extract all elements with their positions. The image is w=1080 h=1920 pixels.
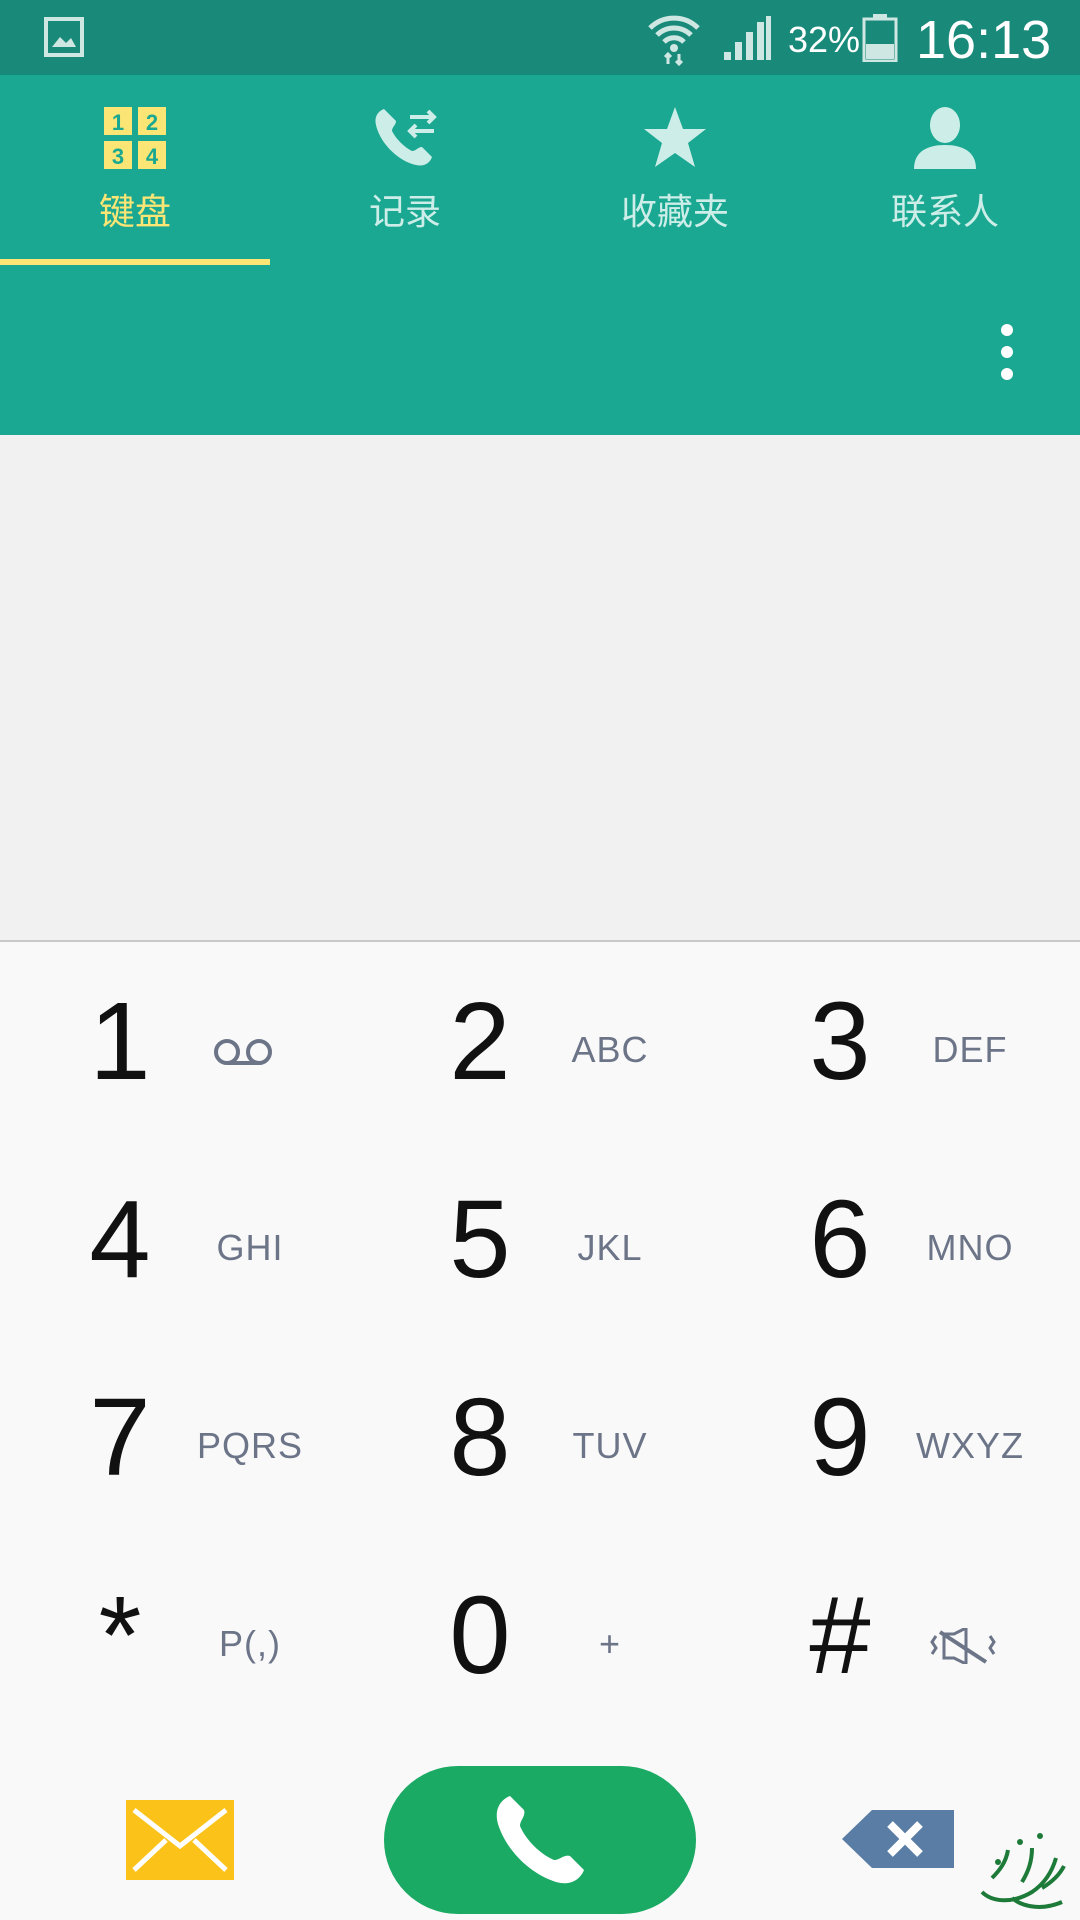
tab-call-log[interactable]: 记录 [270,75,540,265]
voicemail-icon [214,1039,272,1065]
key-digit: 2 [449,980,511,1103]
tab-bar: 1 2 3 4 键盘 记录 收藏夹 联系人 [0,75,1080,265]
more-vertical-icon[interactable] [985,320,1029,384]
header-bar [0,265,1080,435]
key-3[interactable]: 3 DEF [720,942,1080,1140]
key-hash[interactable]: # [720,1536,1080,1734]
vibrate-off-icon [930,1628,996,1664]
key-letters: JKL [577,1227,643,1268]
key-2[interactable]: 2 ABC [360,942,720,1140]
key-letters: DEF [932,1029,1008,1070]
call-log-icon [375,109,437,166]
key-digit: 3 [809,980,871,1103]
tab-contacts[interactable]: 联系人 [810,75,1080,265]
key-digit: 6 [809,1178,871,1301]
key-letters: ABC [571,1029,649,1070]
number-display[interactable] [0,435,1080,942]
key-digit: 5 [449,1178,511,1301]
tab-favorites[interactable]: 收藏夹 [540,75,810,265]
tab-label: 记录 [368,191,441,232]
battery-icon [862,14,898,62]
key-4[interactable]: 4 GHI [0,1140,360,1338]
key-letters: WXYZ [916,1425,1024,1466]
person-icon [914,107,976,169]
svg-text:2: 2 [146,110,158,135]
star-icon [644,107,706,167]
key-7[interactable]: 7 PQRS [0,1338,360,1536]
battery-percent: 32% [788,19,861,60]
backspace-icon[interactable] [842,1808,956,1870]
key-digit: 0 [449,1574,511,1697]
status-bar: 32% 16:13 [0,0,1080,75]
key-digit: * [98,1574,142,1697]
key-digit: 8 [449,1376,511,1499]
svg-text:4: 4 [146,144,159,169]
svg-text:1: 1 [112,110,124,135]
svg-text:3: 3 [112,144,124,169]
key-digit: 1 [89,980,151,1103]
key-6[interactable]: 6 MNO [720,1140,1080,1338]
key-digit: 4 [89,1178,151,1301]
key-digit: 7 [89,1376,151,1499]
key-8[interactable]: 8 TUV [360,1338,720,1536]
key-star[interactable]: * P(,) [0,1536,360,1734]
key-letters: PQRS [196,1425,304,1466]
clock: 16:13 [916,10,1052,70]
gallery-notification-icon [44,17,84,57]
key-9[interactable]: 9 WXYZ [720,1338,1080,1536]
envelope-icon[interactable] [126,1800,234,1880]
watermark-logo [980,1833,1066,1909]
key-digit: 9 [809,1376,871,1499]
key-1[interactable]: 1 [0,942,360,1140]
key-letters: TUV [572,1425,648,1466]
key-5[interactable]: 5 JKL [360,1140,720,1338]
key-letters: P(,) [219,1623,281,1664]
key-letters: GHI [216,1227,284,1268]
phone-icon [496,1796,584,1884]
tab-label: 键盘 [98,191,171,232]
tab-keypad[interactable]: 1 2 3 4 键盘 [0,75,270,265]
dialpad-icon: 1 2 3 4 [104,107,166,169]
key-digit: # [809,1574,871,1697]
tab-label: 收藏夹 [620,191,729,232]
key-0[interactable]: 0 + [360,1536,720,1734]
dial-actions [0,1742,1080,1920]
tab-label: 联系人 [890,191,999,232]
key-letters: + [598,1623,622,1664]
dial-keypad: 1 2 ABC 3 DEF 4 GHI 5 JKL 6 MNO 7 PQRS 8… [0,942,1080,1742]
key-letters: MNO [926,1227,1014,1268]
cell-signal-icon [724,16,771,60]
wifi-icon [648,15,700,66]
call-button[interactable] [384,1766,696,1914]
